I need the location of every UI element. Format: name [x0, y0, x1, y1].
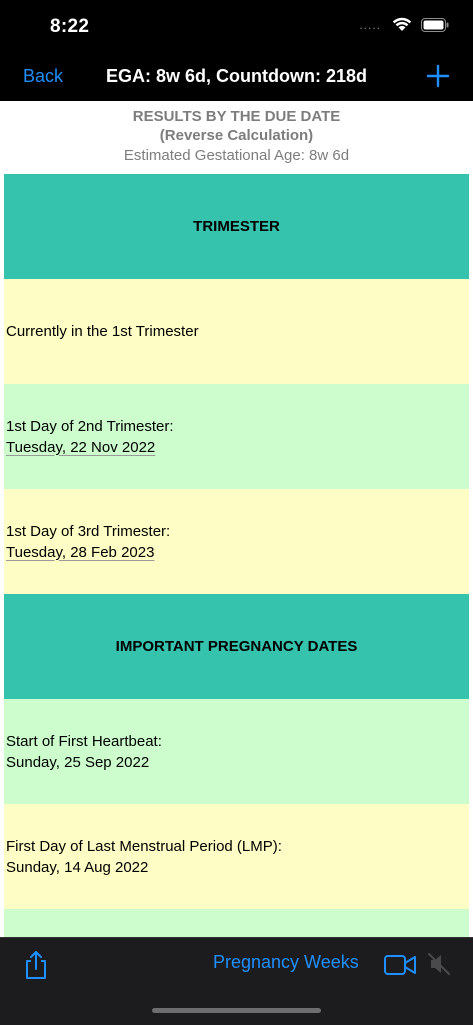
third-trimester-date[interactable]: Tuesday, 28 Feb 2023 — [6, 542, 170, 563]
heartbeat-date: Sunday, 25 Sep 2022 — [6, 753, 150, 771]
second-trimester-date[interactable]: Tuesday, 22 Nov 2022 — [6, 437, 174, 458]
list-item-lmp: First Day of Last Menstrual Period (LMP)… — [4, 804, 469, 909]
home-indicator[interactable] — [152, 1008, 321, 1013]
share-icon[interactable] — [24, 950, 48, 980]
list-item-label: First Day of Last Menstrual Period (LMP)… — [6, 837, 282, 855]
list-item-label: 1st Day of 2nd Trimester: — [6, 417, 174, 435]
section-header-label: TRIMESTER — [193, 218, 280, 235]
battery-icon — [421, 17, 449, 32]
mute-icon[interactable] — [428, 951, 450, 977]
results-subtitle: (Reverse Calculation) — [159, 127, 314, 144]
signal-dots-icon: ..... — [359, 17, 381, 32]
pregnancy-weeks-button[interactable]: Pregnancy Weeks — [213, 952, 359, 973]
list-item-label: Start of First Heartbeat: — [6, 732, 162, 750]
nav-bar: Back EGA: 8w 6d, Countdown: 218d — [0, 54, 473, 100]
status-indicators: ..... — [359, 17, 449, 32]
section-header-trimester: TRIMESTER — [4, 174, 469, 279]
status-time: 8:22 — [50, 16, 90, 37]
wifi-icon — [392, 17, 412, 31]
section-header-important-dates: IMPORTANT PREGNANCY DATES — [4, 594, 469, 699]
results-content[interactable]: RESULTS BY THE DUE DATE (Reverse Calcula… — [0, 101, 473, 937]
list-item-label: 1st Day of 3rd Trimester: — [6, 522, 171, 540]
nav-title: EGA: 8w 6d, Countdown: 218d — [105, 66, 367, 86]
list-item-heartbeat: Start of First Heartbeat: Sunday, 25 Sep… — [4, 699, 469, 804]
list-item-current-trimester: Currently in the 1st Trimester — [4, 279, 469, 384]
results-list: TRIMESTER Currently in the 1st Trimester… — [4, 174, 469, 937]
plus-icon[interactable] — [425, 63, 451, 89]
video-icon[interactable] — [384, 954, 416, 976]
lmp-date: Sunday, 14 Aug 2022 — [6, 858, 149, 876]
section-header-label: IMPORTANT PREGNANCY DATES — [115, 638, 358, 655]
results-header: RESULTS BY THE DUE DATE (Reverse Calcula… — [0, 101, 473, 168]
list-item-partial — [4, 909, 469, 937]
results-title: RESULTS BY THE DUE DATE — [132, 108, 341, 125]
status-bar: 8:22 ..... — [0, 0, 473, 54]
list-item-label: Currently in the 1st Trimester — [6, 323, 199, 340]
results-ega: Estimated Gestational Age: 8w 6d — [123, 147, 350, 164]
list-item-third-trimester[interactable]: 1st Day of 3rd Trimester: Tuesday, 28 Fe… — [4, 489, 469, 594]
list-item-second-trimester[interactable]: 1st Day of 2nd Trimester: Tuesday, 22 No… — [4, 384, 469, 489]
